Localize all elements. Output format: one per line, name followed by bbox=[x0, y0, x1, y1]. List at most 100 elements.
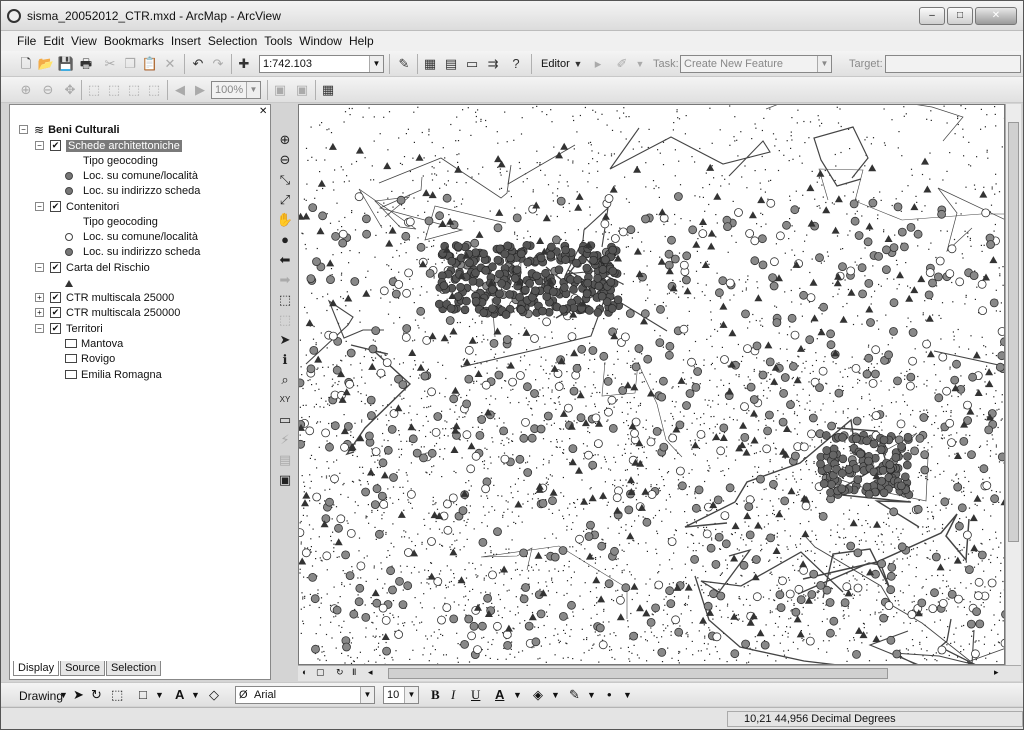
paste-icon[interactable]: 📋 bbox=[141, 55, 159, 73]
target-combo[interactable] bbox=[885, 55, 1021, 73]
select-elements-arrow-icon[interactable]: ➤ bbox=[274, 331, 296, 349]
minimize-button[interactable]: – bbox=[919, 7, 945, 25]
chevron-down-icon[interactable]: ▼ bbox=[631, 55, 649, 73]
maximize-button[interactable]: □ bbox=[947, 7, 973, 25]
delete-icon[interactable]: ✕ bbox=[161, 55, 179, 73]
menu-window[interactable]: Window bbox=[299, 34, 342, 48]
vertical-scrollbar[interactable] bbox=[1005, 104, 1021, 665]
zoom-100-icon[interactable]: ⬚ bbox=[145, 81, 163, 99]
menu-file[interactable]: File bbox=[17, 34, 36, 48]
chevron-down-icon[interactable]: ▼ bbox=[155, 686, 164, 704]
map-scale-combo[interactable]: 1:742.103 ▼ bbox=[259, 55, 384, 73]
collapse-icon[interactable]: − bbox=[19, 125, 28, 134]
collapse-icon[interactable]: − bbox=[35, 141, 44, 150]
search-window-icon[interactable]: ▭ bbox=[463, 55, 481, 73]
toc-layer[interactable]: − ✔ Carta del Rischio bbox=[35, 260, 150, 275]
menu-edit[interactable]: Edit bbox=[43, 34, 64, 48]
toggle-draft-icon[interactable]: ▣ bbox=[271, 81, 289, 99]
line-color-icon[interactable]: ✎ bbox=[569, 686, 580, 704]
rotate-icon[interactable]: ↻ bbox=[91, 686, 102, 704]
chevron-down-icon[interactable]: ▼ bbox=[569, 55, 587, 73]
zoom-whole-page-icon[interactable]: ⬚ bbox=[85, 81, 103, 99]
bold-button[interactable]: B bbox=[431, 686, 440, 704]
layer-checkbox[interactable]: ✔ bbox=[50, 201, 61, 212]
find-binoculars-icon[interactable]: ⌕ bbox=[274, 371, 296, 389]
task-combo[interactable]: Create New Feature ▼ bbox=[680, 55, 832, 73]
menu-tools[interactable]: Tools bbox=[264, 34, 292, 48]
fixed-zoom-in-icon[interactable]: ⤡ bbox=[274, 171, 296, 189]
go-back-extent-icon[interactable]: ◀ bbox=[171, 81, 189, 99]
layer-checkbox[interactable]: ✔ bbox=[50, 262, 61, 273]
change-layout-icon[interactable]: ▦ bbox=[319, 81, 337, 99]
zoom-in-page-icon[interactable]: ⊕ bbox=[17, 81, 35, 99]
pan-hand-icon[interactable]: ✋ bbox=[274, 211, 296, 229]
forward-arrow-icon[interactable]: ➡ bbox=[274, 271, 296, 289]
save-icon[interactable]: 💾 bbox=[57, 55, 75, 73]
edit-tool-icon[interactable]: ▸ bbox=[589, 55, 607, 73]
fill-color-icon[interactable]: ◈ bbox=[533, 686, 543, 704]
map-display[interactable] bbox=[298, 104, 1005, 665]
menu-selection[interactable]: Selection bbox=[208, 34, 257, 48]
drawing-menu[interactable]: Drawing bbox=[19, 689, 63, 703]
focus-data-frame-icon[interactable]: ▣ bbox=[293, 81, 311, 99]
layer-checkbox[interactable]: ✔ bbox=[50, 323, 61, 334]
undo-icon[interactable]: ↶ bbox=[189, 55, 207, 73]
layer-checkbox[interactable]: ✔ bbox=[50, 292, 61, 303]
pause-drawing-icon[interactable]: Ⅱ bbox=[352, 667, 356, 678]
refresh-icon[interactable]: ↻ bbox=[336, 667, 344, 678]
layer-checkbox[interactable]: ✔ bbox=[50, 140, 61, 151]
identify-icon[interactable]: ℹ bbox=[274, 351, 296, 369]
italic-button[interactable]: I bbox=[451, 686, 455, 704]
go-forward-extent-icon[interactable]: ▶ bbox=[191, 81, 209, 99]
clear-selection-icon[interactable]: ⬚ bbox=[274, 311, 296, 329]
toc-layer[interactable]: − ✔ Contenitori bbox=[35, 199, 119, 214]
editor-toolbar-icon[interactable]: ✎ bbox=[395, 55, 413, 73]
toc-window-icon[interactable]: ▦ bbox=[421, 55, 439, 73]
editor-menu[interactable]: Editor bbox=[541, 58, 570, 70]
zoom-out-page-icon[interactable]: ⊖ bbox=[39, 81, 57, 99]
zoom-in-icon[interactable]: ⊕ bbox=[274, 131, 296, 149]
scroll-right-icon[interactable]: ▸ bbox=[994, 667, 999, 678]
text-tool-icon[interactable]: A bbox=[175, 686, 184, 704]
html-popup-icon[interactable]: ▤ bbox=[274, 451, 296, 469]
catalog-window-icon[interactable]: ▤ bbox=[442, 55, 460, 73]
fixed-zoom-out-icon[interactable]: ⤢ bbox=[274, 191, 296, 209]
fixed-zoom-in-icon[interactable]: ⬚ bbox=[105, 81, 123, 99]
horizontal-scrollbar-thumb[interactable] bbox=[388, 668, 888, 679]
font-size-combo[interactable]: 10 ▼ bbox=[383, 686, 419, 704]
measure-icon[interactable]: ▭ bbox=[274, 411, 296, 429]
collapse-icon[interactable]: − bbox=[35, 263, 44, 272]
fixed-zoom-out-icon[interactable]: ⬚ bbox=[125, 81, 143, 99]
menu-view[interactable]: View bbox=[71, 34, 97, 48]
zoom-percent-combo[interactable]: 100% ▼ bbox=[211, 81, 261, 99]
menu-help[interactable]: Help bbox=[349, 34, 374, 48]
close-button[interactable]: ✕ bbox=[975, 7, 1017, 25]
new-document-icon[interactable]: 🗋 bbox=[17, 55, 35, 73]
expand-icon[interactable]: + bbox=[35, 293, 44, 302]
copy-icon[interactable]: ❐ bbox=[121, 55, 139, 73]
select-elements-icon[interactable]: ➤ bbox=[73, 686, 84, 704]
open-icon[interactable]: 📂 bbox=[37, 55, 55, 73]
toc-layer[interactable]: − ✔ Schede architettoniche bbox=[35, 138, 182, 153]
go-to-xy-icon[interactable]: XY bbox=[274, 391, 296, 409]
menu-insert[interactable]: Insert bbox=[171, 34, 201, 48]
data-view-icon[interactable]: ◐ bbox=[302, 667, 307, 677]
scrollbar-thumb[interactable] bbox=[1008, 122, 1019, 542]
redo-icon[interactable]: ↷ bbox=[209, 55, 227, 73]
font-combo[interactable]: Ø Arial ▼ bbox=[235, 686, 375, 704]
full-extent-globe-icon[interactable]: ● bbox=[274, 231, 296, 249]
select-features-icon[interactable]: ⬚ bbox=[274, 291, 296, 309]
collapse-icon[interactable]: − bbox=[35, 324, 44, 333]
chevron-down-icon[interactable]: ▼ bbox=[513, 686, 522, 704]
toc-layer[interactable]: + ✔ CTR multiscala 25000 bbox=[35, 290, 174, 305]
tab-source[interactable]: Source bbox=[60, 661, 105, 676]
collapse-icon[interactable]: − bbox=[35, 202, 44, 211]
close-icon[interactable]: ✕ bbox=[259, 106, 267, 117]
hyperlink-icon[interactable]: ⚡ bbox=[274, 431, 296, 449]
underline-button[interactable]: U bbox=[471, 686, 480, 704]
layer-checkbox[interactable]: ✔ bbox=[50, 307, 61, 318]
menu-bookmarks[interactable]: Bookmarks bbox=[104, 34, 164, 48]
chevron-down-icon[interactable]: ▼ bbox=[587, 686, 596, 704]
zoom-to-elements-icon[interactable]: ⬚ bbox=[111, 686, 123, 704]
marker-color-icon[interactable]: • bbox=[607, 686, 612, 704]
